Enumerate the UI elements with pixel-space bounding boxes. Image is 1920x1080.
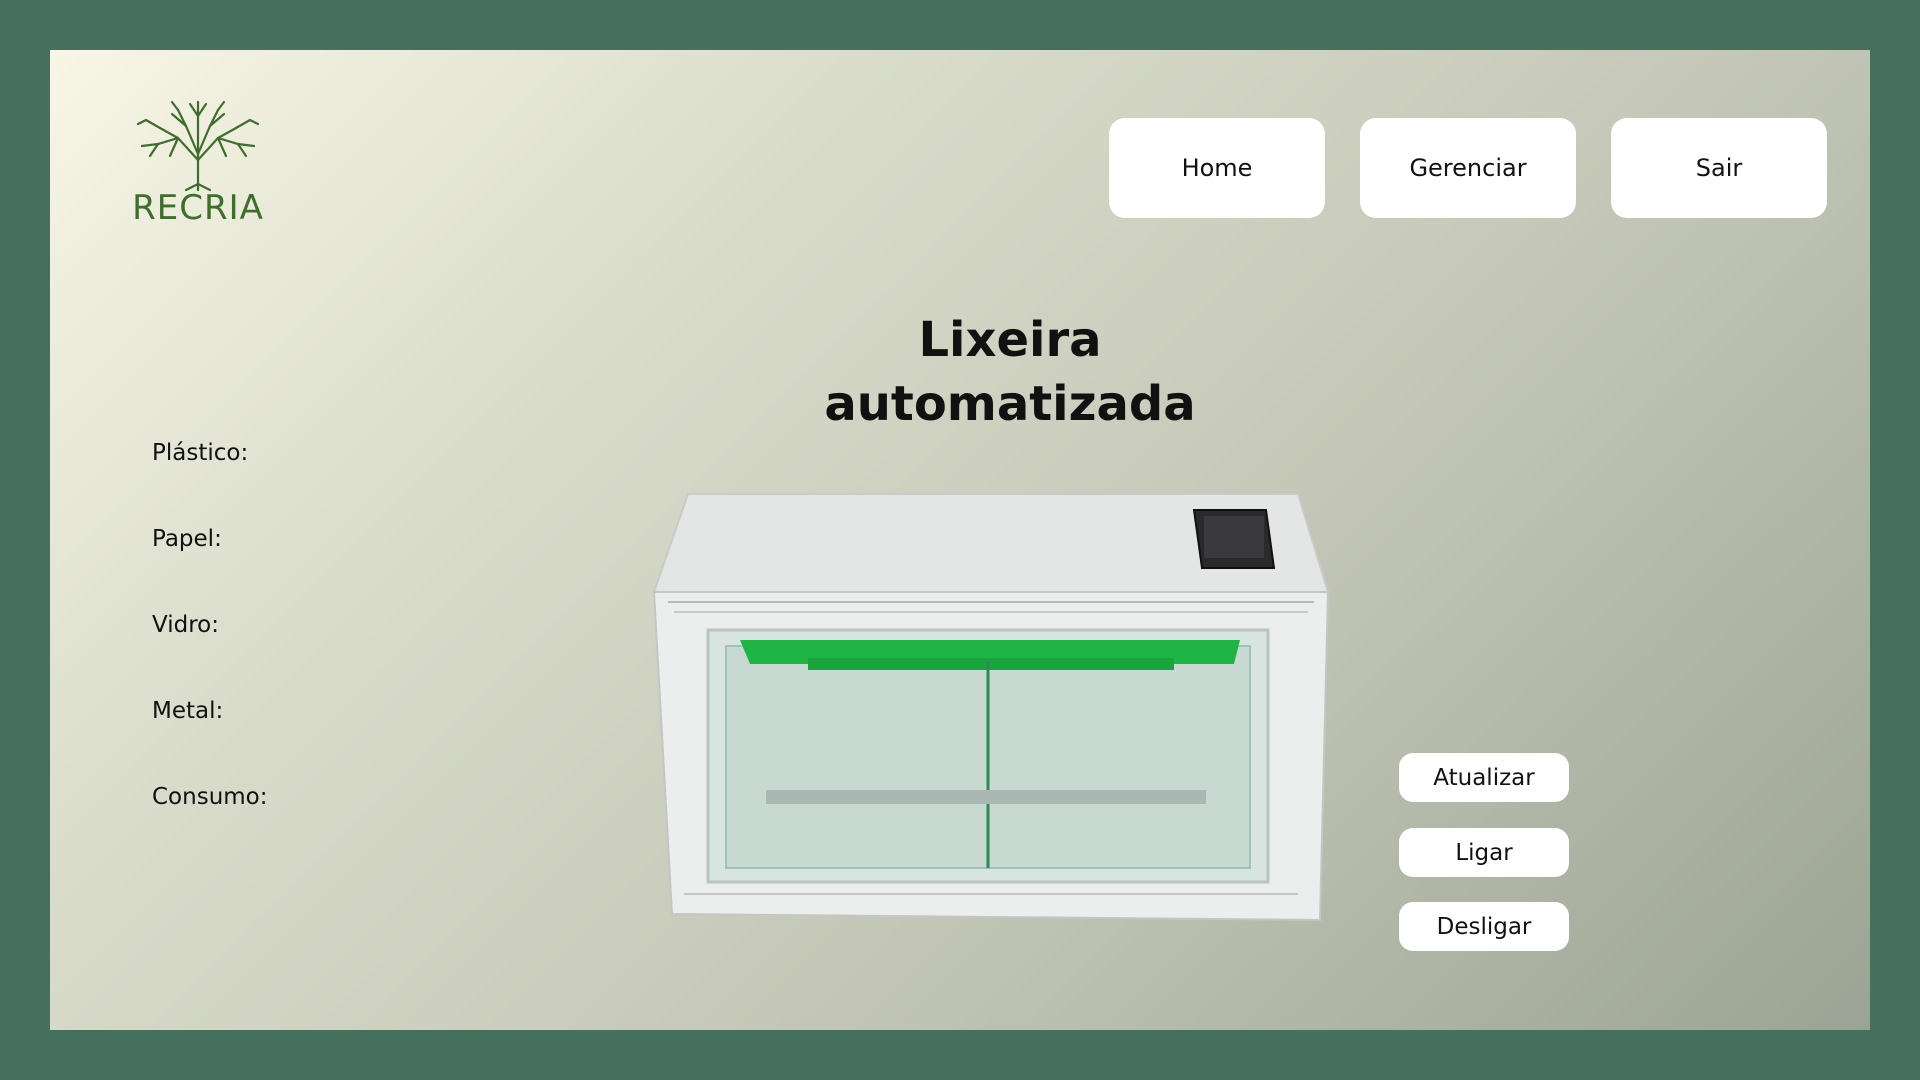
stat-paper-label: Papel: <box>152 526 222 552</box>
turn-on-button[interactable]: Ligar <box>1399 828 1569 877</box>
recria-logo: RECRIA <box>128 98 268 228</box>
stat-glass-label: Vidro: <box>152 612 219 638</box>
nav-home-button[interactable]: Home <box>1109 118 1325 218</box>
stat-consumption-label: Consumo: <box>152 784 268 810</box>
stat-metal-label: Metal: <box>152 698 224 724</box>
page-title-line2: automatizada <box>824 376 1196 432</box>
nav-manage-button[interactable]: Gerenciar <box>1360 118 1576 218</box>
nav-exit-button[interactable]: Sair <box>1611 118 1827 218</box>
stat-plastic-label: Plástico: <box>152 440 249 466</box>
update-button[interactable]: Atualizar <box>1399 753 1569 802</box>
page-title: Lixeira automatizada <box>710 308 1310 436</box>
tree-icon <box>136 100 260 192</box>
smart-bin-image <box>652 493 1330 922</box>
main-panel: RECRIA Home Gerenciar Sair Lixeira autom… <box>50 50 1870 1030</box>
page-title-line1: Lixeira <box>918 312 1102 368</box>
turn-off-button[interactable]: Desligar <box>1399 902 1569 951</box>
brand-name: RECRIA <box>132 188 264 228</box>
